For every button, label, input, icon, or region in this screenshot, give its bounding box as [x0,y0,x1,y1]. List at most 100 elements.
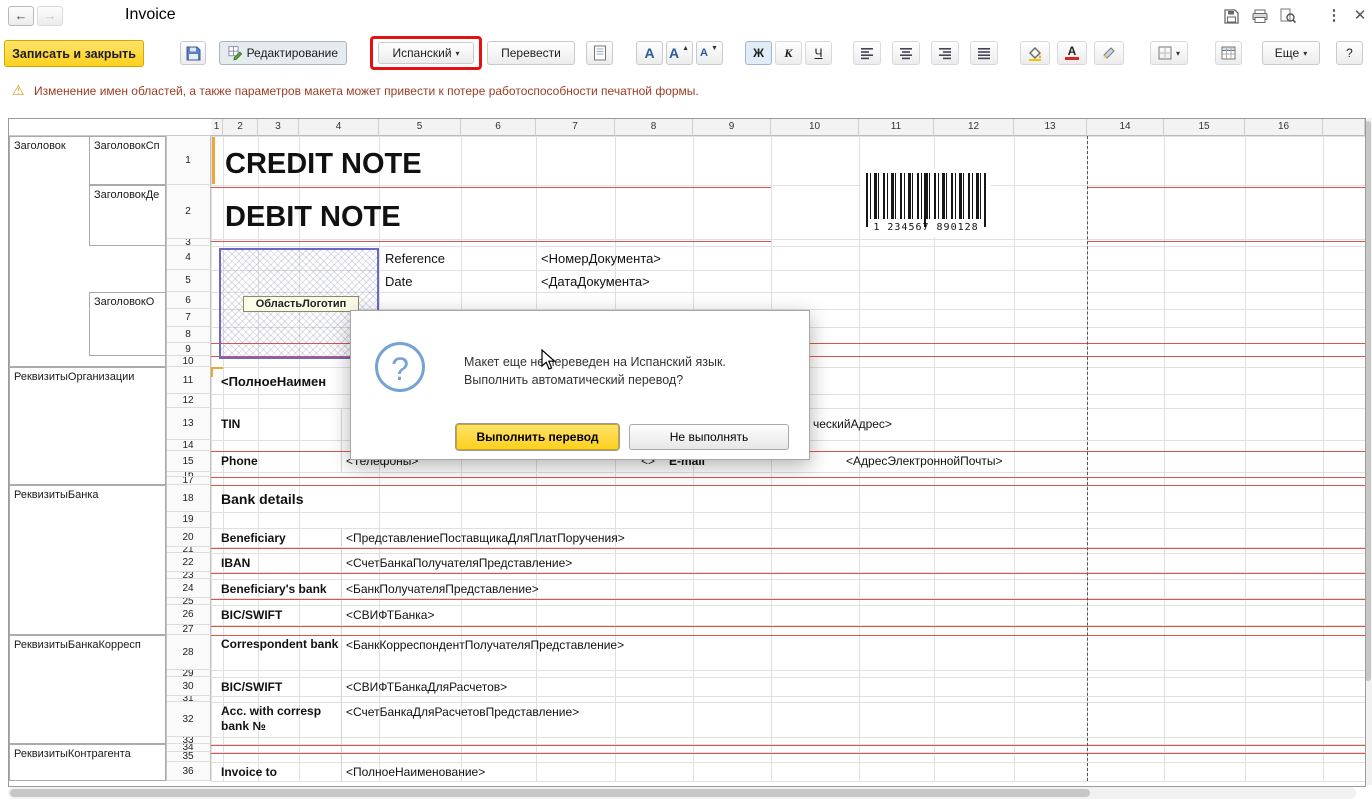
sheet-cell[interactable]: Invoice to [221,765,277,779]
edit-mode-button[interactable]: Редактирование [219,41,347,65]
font-increase-button[interactable]: А ▲ [666,41,693,65]
sheet-cell[interactable]: Beneficiary's bank [221,582,327,596]
sheet-cell[interactable]: IBAN [221,556,250,570]
bold-button[interactable]: Ж [745,41,772,65]
barcode[interactable]: 1 234567 890128 [861,169,991,237]
row-header[interactable]: 24 [166,579,211,598]
row-header[interactable]: 8 [166,327,211,343]
row-header[interactable]: 14 [166,440,211,451]
row-header[interactable]: 30 [166,677,211,696]
close-button[interactable]: ✕ [1350,7,1370,25]
language-dropdown[interactable]: Испанский ▾ [378,42,474,64]
italic-button[interactable]: К [775,41,802,65]
row-header[interactable]: 27 [166,625,211,635]
sheet-cell[interactable]: <АдресЭлектроннойПочты> [846,454,1003,468]
confirm-translate-button[interactable]: Выполнить перевод [456,424,619,450]
column-header[interactable]: 5 [379,119,461,136]
section-box[interactable]: РеквизитыОрганизации [9,367,166,485]
sheet-cell[interactable]: <СчетБанкаПолучателяПредставление> [346,556,572,570]
fill-color-button[interactable] [1020,41,1050,65]
column-header[interactable]: 6 [461,119,536,136]
column-header[interactable]: 13 [1014,119,1087,136]
row-header[interactable]: 34 [166,744,211,752]
row-header[interactable]: 15 [166,451,211,472]
align-right-button[interactable] [931,41,959,65]
row-header[interactable]: 19 [166,512,211,528]
highlight-button[interactable] [1094,41,1124,65]
row-header[interactable]: 25 [166,598,211,605]
sheet-cell[interactable]: Correspondent bank [221,637,339,652]
sheet-cell[interactable]: ческийАдрес> [813,417,892,431]
row-header[interactable]: 13 [166,408,211,440]
column-header[interactable]: 3 [258,119,299,136]
font-decrease-button[interactable]: А ▼ [696,41,723,65]
column-header[interactable]: 1 [211,119,223,136]
row-header[interactable]: 10 [166,356,211,367]
row-header[interactable]: 1 [166,136,211,185]
sheet-cell[interactable]: <БанкПолучателяПредставление> [346,582,539,596]
section-box[interactable]: РеквизитыКонтрагента [9,744,166,781]
sheet-cell[interactable]: Beneficiary [221,531,286,545]
align-center-button[interactable] [892,41,920,65]
borders-dropdown[interactable]: ▾ [1150,41,1188,65]
print-preview-button[interactable] [1280,7,1300,25]
table-settings-button[interactable] [1215,41,1242,65]
align-justify-button[interactable] [970,41,998,65]
page-settings-button[interactable] [586,41,613,65]
sheet-cell[interactable]: <ДатаДокумента> [541,274,650,289]
column-header[interactable] [1323,119,1365,136]
sheet-cell[interactable]: Acc. with corresp bank № [221,704,339,734]
sheet-cell[interactable]: CREDIT NOTE [225,148,422,181]
row-header[interactable]: 20 [166,528,211,547]
sheet-cell[interactable]: <БанкКорреспондентПолучателяПредставлени… [346,638,624,652]
row-header[interactable]: 32 [166,702,211,737]
row-header[interactable]: 6 [166,292,211,309]
window-menu-button[interactable]: ⋮ [1324,7,1344,25]
titlebar-save-button[interactable] [1224,7,1244,25]
sheet-cell[interactable]: <СВИФТБанка> [346,608,434,622]
font-color-button[interactable]: А [1057,41,1087,65]
column-header[interactable]: 10 [771,119,859,136]
row-header[interactable]: 17 [166,477,211,485]
column-header[interactable]: 14 [1087,119,1164,136]
section-box[interactable]: ЗаголовокСп [89,136,166,185]
print-button[interactable] [1252,7,1272,25]
row-header[interactable]: 28 [166,635,211,670]
sheet-cell[interactable]: Reference [385,251,445,266]
column-header[interactable]: 9 [693,119,771,136]
save-and-close-button[interactable]: Записать и закрыть [4,40,144,67]
section-box[interactable]: ЗаголовокО [89,292,166,356]
row-header[interactable]: 2 [166,185,211,239]
section-box[interactable]: РеквизитыБанка [9,485,166,635]
sheet-cell[interactable]: <ПолноеНаимен [221,374,326,389]
sheet-cell[interactable]: <СчетБанкаДляРасчетовПредставление> [346,705,579,719]
save-button[interactable] [180,41,206,65]
column-header[interactable]: 8 [615,119,693,136]
horizontal-scroll-thumb[interactable] [10,789,1090,797]
back-button[interactable]: ← [8,6,34,26]
column-header[interactable]: 4 [299,119,379,136]
column-header[interactable]: 12 [934,119,1014,136]
decline-translate-button[interactable]: Не выполнять [629,424,789,450]
forward-button[interactable]: → [37,6,63,26]
sheet-cell[interactable]: TIN [221,417,240,431]
column-header[interactable]: 2 [223,119,258,136]
row-header[interactable]: 18 [166,485,211,512]
row-header[interactable]: 36 [166,762,211,781]
sheet-cell[interactable]: BIC/SWIFT [221,680,282,694]
sheet-cell[interactable]: <СВИФТБанкаДляРасчетов> [346,680,507,694]
section-box[interactable]: ЗаголовокДе [89,185,166,246]
row-header[interactable]: 11 [166,367,211,394]
column-header[interactable]: 16 [1245,119,1323,136]
more-button[interactable]: Еще ▾ [1262,41,1320,65]
row-header[interactable]: 26 [166,605,211,625]
column-header[interactable]: 15 [1164,119,1245,136]
row-header[interactable]: 5 [166,270,211,292]
section-box[interactable]: РеквизитыБанкаКорресп [9,635,166,744]
help-button[interactable]: ? [1336,41,1363,65]
row-header[interactable]: 22 [166,553,211,572]
sheet-cell[interactable]: Bank details [221,491,303,507]
horizontal-scrollbar[interactable] [8,787,1356,799]
sheet-cell[interactable]: Phone [221,454,258,468]
sheet-cell[interactable]: <ПредставлениеПоставщикаДляПлатПоручения… [346,531,625,545]
